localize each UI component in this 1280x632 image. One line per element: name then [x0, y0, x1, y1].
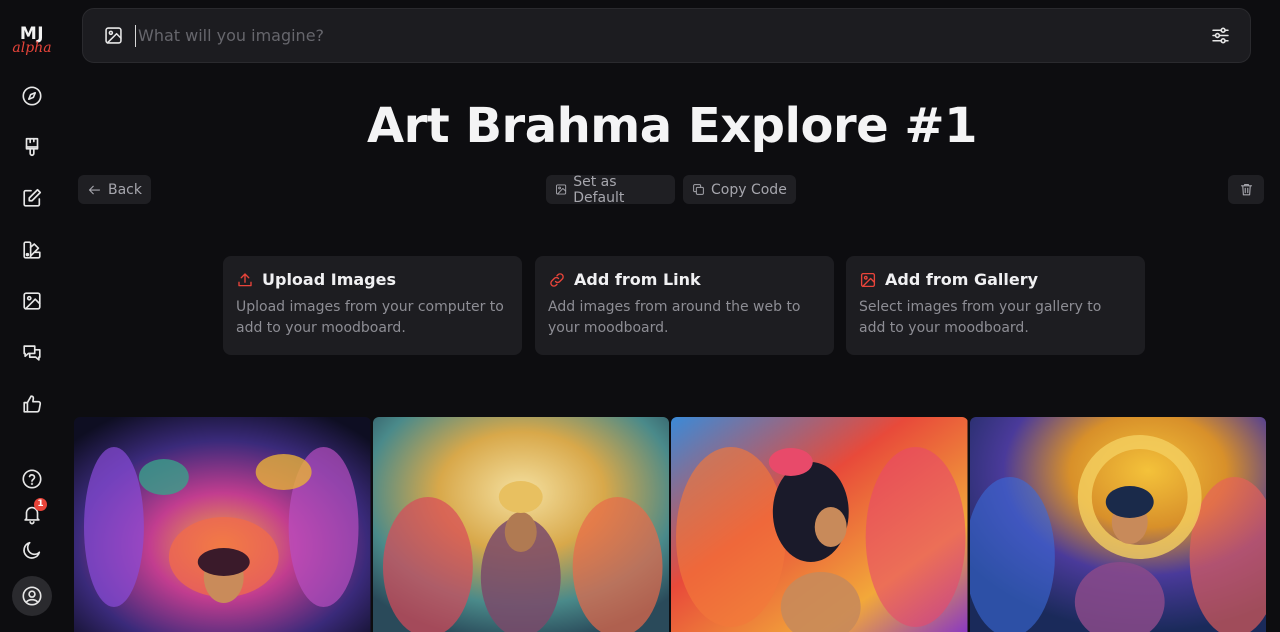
link-icon	[550, 272, 564, 287]
copy-code-button[interactable]: Copy Code	[683, 175, 796, 204]
notification-badge: 1	[34, 498, 47, 511]
gallery-image[interactable]	[671, 417, 968, 632]
back-label: Back	[108, 181, 142, 198]
gallery-image[interactable]	[74, 417, 371, 632]
card-description: Add images from around the web to your m…	[548, 299, 801, 336]
compass-icon[interactable]	[19, 83, 45, 109]
help-icon[interactable]	[19, 466, 45, 492]
app: MJ alpha 1 What will you imagine? Art Br…	[0, 0, 1280, 632]
card-description: Select images from your gallery to add t…	[859, 299, 1102, 336]
logo-alpha: alpha	[12, 40, 52, 56]
page-title: Art Brahma Explore #1	[366, 98, 978, 154]
arrow-left-icon	[88, 185, 101, 194]
edit-icon[interactable]	[19, 185, 45, 211]
prompt-bar	[82, 8, 1251, 63]
prompt-input[interactable]	[135, 24, 1208, 47]
card-title: Upload Images	[262, 270, 396, 289]
image-upload-icon[interactable]	[101, 24, 125, 48]
chat-icon[interactable]	[19, 340, 45, 366]
set-default-button[interactable]: Set as Default	[546, 173, 675, 206]
image-icon	[556, 184, 567, 195]
profile-button[interactable]	[12, 576, 52, 616]
moodboard-gallery	[74, 417, 1266, 632]
set-default-label: Set as Default	[573, 173, 625, 206]
gallery-image[interactable]	[372, 417, 669, 632]
logo[interactable]: MJ alpha	[12, 26, 52, 56]
copy-code-label: Copy Code	[711, 181, 787, 198]
add-from-link-card[interactable]: Add from Link Add images from around the…	[535, 256, 834, 355]
card-title: Add from Gallery	[885, 270, 1039, 289]
card-description: Upload images from your computer to add …	[236, 299, 504, 336]
thumbs-up-icon[interactable]	[19, 391, 45, 417]
add-from-gallery-card[interactable]: Add from Gallery Select images from your…	[846, 256, 1145, 355]
gallery-icon	[860, 272, 876, 287]
palette-icon[interactable]	[19, 237, 45, 263]
upload-images-card[interactable]: Upload Images Upload images from your co…	[223, 256, 522, 355]
copy-icon	[693, 184, 704, 195]
user-circle-icon	[22, 586, 42, 606]
back-button[interactable]: Back	[78, 175, 151, 204]
moon-icon[interactable]	[19, 537, 45, 563]
bell-icon[interactable]: 1	[19, 498, 47, 527]
paint-brush-icon[interactable]	[19, 134, 45, 160]
settings-sliders-icon[interactable]	[1208, 24, 1232, 48]
delete-button[interactable]	[1228, 175, 1264, 204]
card-title: Add from Link	[574, 270, 701, 289]
gallery-image[interactable]	[969, 417, 1266, 632]
upload-icon	[238, 272, 252, 286]
trash-icon	[1240, 183, 1252, 196]
image-icon[interactable]	[19, 288, 45, 314]
